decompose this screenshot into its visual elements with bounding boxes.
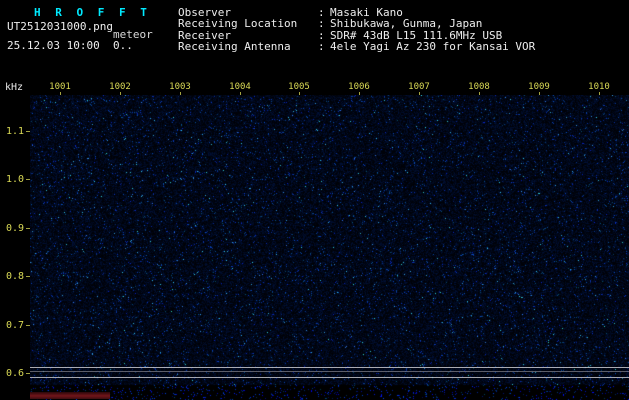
- freq-unit-label: kHz: [5, 82, 24, 93]
- info-colon: :: [318, 39, 325, 53]
- time-tick-label: 1004: [229, 82, 251, 92]
- freq-tick-label: 0.7: [5, 320, 24, 331]
- freq-tick-label: 1.0: [5, 174, 24, 185]
- time-tick-label: 1003: [169, 82, 191, 92]
- app-title: H R O F F T: [34, 6, 151, 19]
- freq-tick-label: 0.8: [5, 271, 24, 282]
- time-axis: 1001 1002 1003 1004 1005 1006 1007 1008 …: [30, 81, 629, 95]
- time-tick-label: 1001: [49, 82, 71, 92]
- info-value: Shibukawa, Gunma, Japan: [330, 17, 483, 31]
- freq-tick-label: 0.9: [5, 223, 24, 234]
- carrier-line: [30, 367, 629, 368]
- info-label: Receiving Antenna: [178, 39, 291, 53]
- info-colon: :: [318, 17, 325, 31]
- time-tick-label: 1002: [109, 82, 131, 92]
- time-tick-label: 1008: [468, 82, 490, 92]
- signal-level-bar: [30, 392, 110, 399]
- freq-tick-label: 0.6: [5, 368, 24, 379]
- time-tick-label: 1010: [588, 82, 610, 92]
- carrier-line: [30, 377, 629, 378]
- info-value: 4ele Yagi Az 230 for Kansai VOR: [330, 39, 536, 53]
- time-tick-label: 1007: [408, 82, 430, 92]
- carrier-line: [30, 371, 629, 372]
- time-tick-label: 1009: [528, 82, 550, 92]
- spectrogram-canvas: [30, 95, 629, 400]
- station-info: Observer : Masaki Kano Receiving Locatio…: [178, 7, 535, 52]
- info-label: Receiving Location: [178, 17, 298, 31]
- time-tick-label: 1006: [348, 82, 370, 92]
- timestamp-label: 25.12.03 10:00 0..: [7, 39, 133, 52]
- time-tick-label: 1005: [288, 82, 310, 92]
- filename-label: UT2512031000.png: [7, 20, 113, 33]
- freq-tick-label: 1.1: [5, 126, 24, 137]
